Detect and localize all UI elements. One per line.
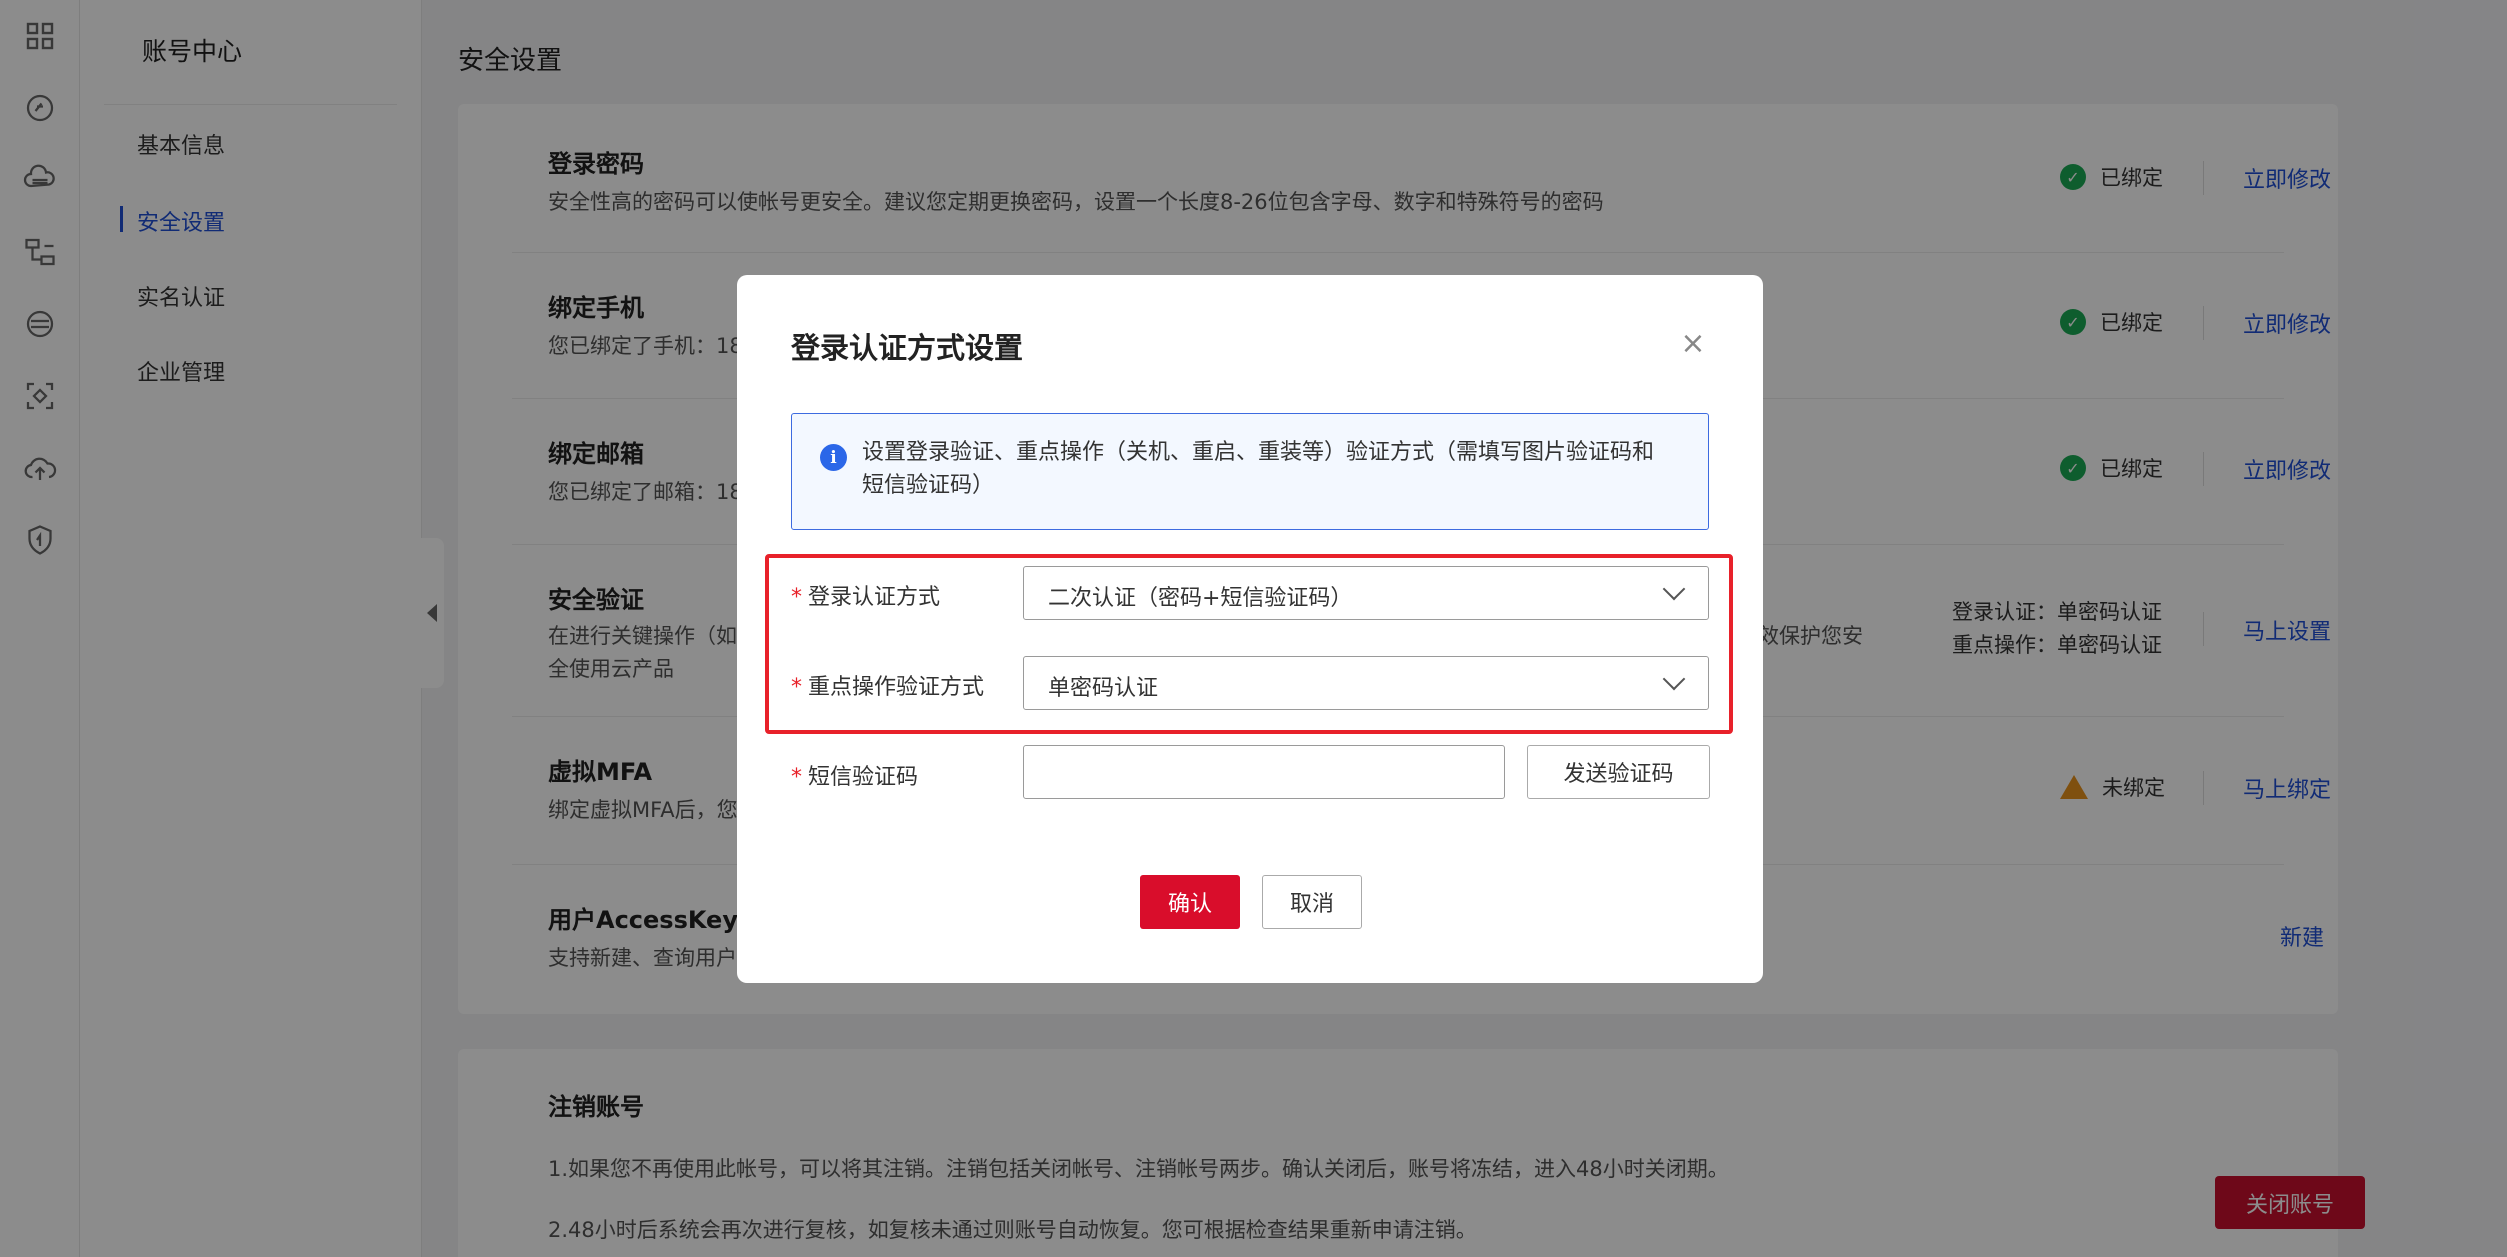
sms-code-input[interactable] (1023, 745, 1505, 799)
login-auth-select-value: 二次认证（密码+短信验证码） (1048, 586, 1353, 611)
key-op-select[interactable]: 单密码认证 (1023, 656, 1709, 710)
login-auth-label: * 登录认证方式 (791, 585, 941, 610)
info-text-line2: 短信验证码） (862, 473, 995, 498)
cancel-button[interactable]: 取消 (1262, 875, 1362, 929)
info-text: 设置登录验证、重点操作（关机、重启、重装等）验证方式（需填写图片验证码和 短信验… (862, 436, 1682, 502)
chevron-down-icon (1662, 667, 1686, 691)
close-icon[interactable]: × (1677, 326, 1709, 361)
info-notice: i 设置登录验证、重点操作（关机、重启、重装等）验证方式（需填写图片验证码和 短… (791, 413, 1709, 530)
info-text-line1: 设置登录验证、重点操作（关机、重启、重装等）验证方式（需填写图片验证码和 (862, 440, 1655, 465)
key-op-label: * 重点操作验证方式 (791, 675, 985, 700)
info-icon: i (820, 444, 847, 471)
chevron-down-icon (1662, 577, 1686, 601)
dialog-title: 登录认证方式设置 (791, 331, 1024, 365)
login-auth-select[interactable]: 二次认证（密码+短信验证码） (1023, 566, 1709, 620)
confirm-button[interactable]: 确认 (1140, 875, 1240, 929)
login-auth-settings-dialog: 登录认证方式设置 × i 设置登录验证、重点操作（关机、重启、重装等）验证方式（… (737, 275, 1763, 983)
key-op-select-value: 单密码认证 (1048, 676, 1159, 701)
send-code-button[interactable]: 发送验证码 (1527, 745, 1710, 799)
sms-code-label: * 短信验证码 (791, 765, 919, 790)
